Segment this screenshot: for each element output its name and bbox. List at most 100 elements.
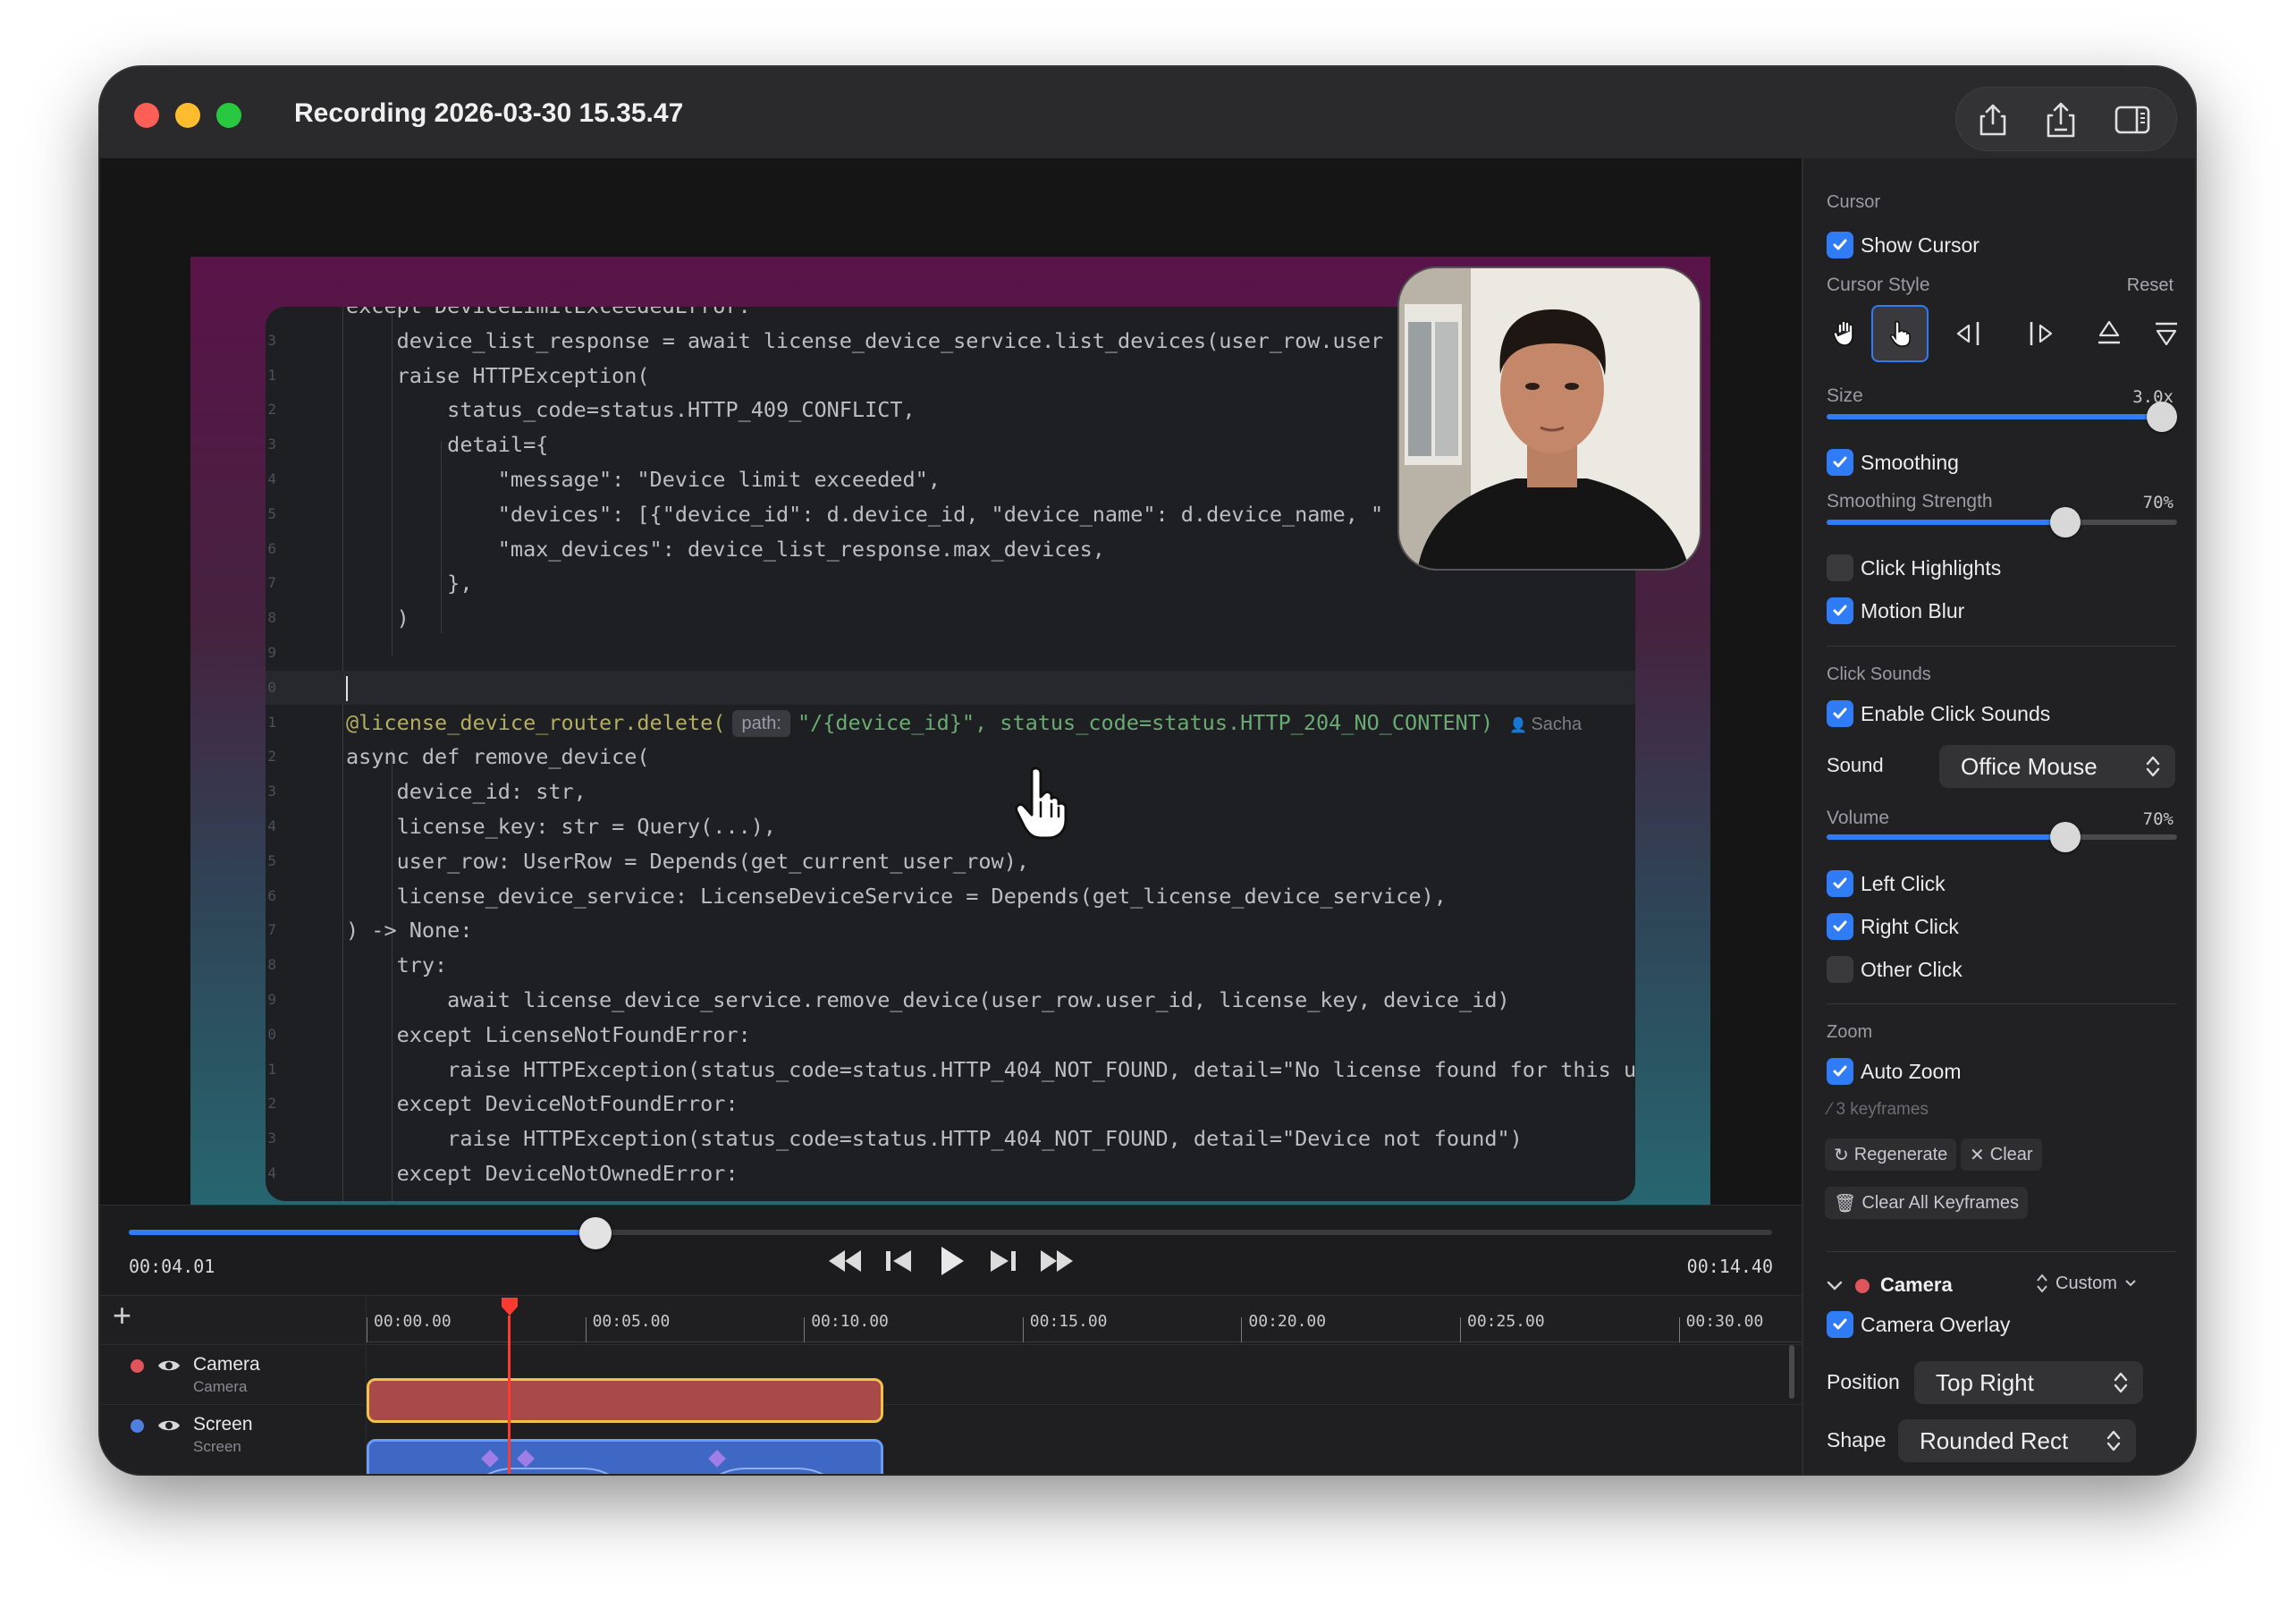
divider (1827, 646, 2177, 647)
code-line: 9 await license_device_service.remove_de… (266, 983, 1635, 1017)
camera-clip[interactable] (367, 1378, 883, 1423)
minimize-window-button[interactable] (175, 103, 200, 128)
camera-overlay-checkbox[interactable] (1827, 1311, 1853, 1338)
left-click-checkbox[interactable] (1827, 870, 1853, 897)
chevron-down-icon[interactable] (1827, 1280, 1843, 1292)
position-select[interactable]: Top Right (1914, 1361, 2143, 1404)
cursor-reset-button[interactable]: Reset (2127, 275, 2174, 296)
code-text (346, 671, 348, 705)
step-forward-button[interactable] (989, 1248, 1017, 1278)
add-track-button[interactable]: + (113, 1299, 131, 1332)
code-text: device_list_response = await license_dev… (346, 327, 1384, 353)
ruler-tick (1022, 1317, 1024, 1342)
author-annotation: 👤 Sacha (1509, 714, 1583, 734)
auto-zoom-checkbox[interactable] (1827, 1058, 1853, 1085)
play-button[interactable] (939, 1245, 966, 1282)
code-text: "max_devices": device_list_response.max_… (346, 536, 1105, 562)
click-sounds-section-title: Click Sounds (1827, 664, 1931, 684)
smoothing-checkbox[interactable] (1827, 449, 1853, 476)
playhead-handle[interactable] (500, 1296, 519, 1317)
line-number: 2 (267, 401, 276, 419)
eye-icon[interactable] (157, 1358, 181, 1374)
cursor-style-resize-right[interactable] (2011, 305, 2068, 362)
line-number: 8 (267, 956, 276, 974)
shape-select[interactable]: Rounded Rect (1898, 1419, 2136, 1462)
toggle-inspector-button[interactable] (2101, 88, 2164, 152)
code-text: raise HTTPException(status_code=status.H… (346, 1126, 1523, 1152)
code-text: except DeviceLimitExceededError: (346, 307, 751, 323)
cursor-style-resize-up[interactable] (2081, 305, 2138, 362)
step-forward-icon (991, 1250, 1016, 1272)
regenerate-button[interactable]: ↻ Regenerate (1825, 1138, 1957, 1171)
click-highlights-checkbox[interactable] (1827, 554, 1853, 581)
volume-slider[interactable] (1827, 822, 2177, 852)
line-number: 2 (267, 748, 276, 766)
skip-forward-button[interactable] (1039, 1248, 1075, 1278)
ruler-tick-label: 00:15.00 (1029, 1312, 1108, 1331)
camera-overlay[interactable] (1397, 267, 1701, 571)
smoothing-slider-knob[interactable] (2049, 507, 2081, 537)
line-number: 3 (267, 436, 276, 453)
total-time: 00:14.40 (1686, 1256, 1773, 1277)
timeline-scrollbar[interactable] (1789, 1345, 1794, 1399)
clear-all-keyframes-button[interactable]: 🗑 Clear All Keyframes (1825, 1187, 2029, 1219)
sound-select[interactable]: Office Mouse (1939, 745, 2175, 788)
line-number: 7 (267, 921, 276, 939)
volume-slider-knob[interactable] (2049, 822, 2081, 852)
enable-click-sounds-checkbox[interactable] (1827, 700, 1853, 727)
cursor-style-hand-pointer[interactable] (1871, 305, 1929, 362)
code-line: 0 except LicenseNotFoundError: (266, 1018, 1635, 1052)
cursor-style-resize-left[interactable] (1941, 305, 1998, 362)
preview-canvas[interactable]: except DeviceLimitExceededError: 3 device… (190, 257, 1710, 1243)
show-cursor-label: Show Cursor (1861, 233, 1979, 257)
smoothing-strength-slider[interactable] (1827, 507, 2177, 537)
code-text: await license_device_service.remove_devi… (346, 987, 1510, 1012)
right-click-checkbox[interactable] (1827, 913, 1853, 940)
chevron-up-down-icon (2037, 1274, 2047, 1293)
chevron-down-icon (2125, 1280, 2136, 1287)
share-button[interactable] (1962, 88, 2024, 152)
size-slider[interactable] (1827, 402, 2177, 432)
chevron-up-down-icon (2146, 756, 2160, 777)
skip-back-button[interactable] (827, 1248, 863, 1278)
zoom-window-button[interactable] (216, 103, 241, 128)
code-line: 1 raise HTTPException(status_code=status… (266, 1053, 1635, 1087)
camera-section-title: Camera (1880, 1274, 1953, 1296)
sound-select-value: Office Mouse (1961, 752, 2098, 780)
divider (1827, 1251, 2177, 1252)
eye-icon[interactable] (157, 1418, 181, 1434)
close-window-button[interactable] (134, 103, 159, 128)
track-row: Camera Camera (100, 1344, 1802, 1403)
ruler-tick (804, 1317, 806, 1342)
cursor-style-hand-open[interactable] (1827, 305, 1862, 362)
person-icon: 👤 (1509, 717, 1532, 733)
ruler-tick-label: 00:20.00 (1248, 1312, 1327, 1331)
sidebar-right-icon (2115, 106, 2150, 134)
close-icon: ✕ (1970, 1145, 1985, 1165)
track-name: Screen (193, 1414, 253, 1435)
line-number: 0 (267, 1025, 276, 1043)
fast-forward-icon (1041, 1250, 1073, 1272)
camera-preset-select[interactable]: Custom (2036, 1273, 2137, 1294)
motion-blur-checkbox[interactable] (1827, 597, 1853, 624)
step-back-button[interactable] (884, 1248, 913, 1278)
size-slider-knob[interactable] (2147, 402, 2177, 432)
export-button[interactable] (2030, 88, 2092, 152)
code-line: 2 except DeviceNotFoundError: (266, 1087, 1635, 1121)
cursor-style-resize-down[interactable] (2148, 305, 2184, 362)
keyframe-count: ⁄ 3 keyframes (1828, 1100, 1929, 1119)
screen-clip[interactable] (367, 1439, 883, 1474)
line-number: 1 (267, 713, 276, 731)
time-ruler[interactable]: 00:00.00 00:05.00 00:10.00 00:15.00 00:20.00… (367, 1296, 1982, 1342)
rewind-icon (829, 1250, 861, 1272)
checkmark-icon (1833, 877, 1847, 889)
position-label: Position (1827, 1370, 1900, 1393)
scrubber-handle[interactable] (578, 1217, 612, 1249)
checkmark-icon (1833, 239, 1847, 250)
scrubber-track[interactable] (129, 1217, 1772, 1249)
clear-button[interactable]: ✕ Clear (1961, 1138, 2042, 1171)
line-number: 4 (267, 1164, 276, 1181)
show-cursor-checkbox[interactable] (1827, 232, 1853, 258)
other-click-checkbox[interactable] (1827, 956, 1853, 983)
code-line: 4 license_key: str = Query(...), (266, 809, 1635, 843)
